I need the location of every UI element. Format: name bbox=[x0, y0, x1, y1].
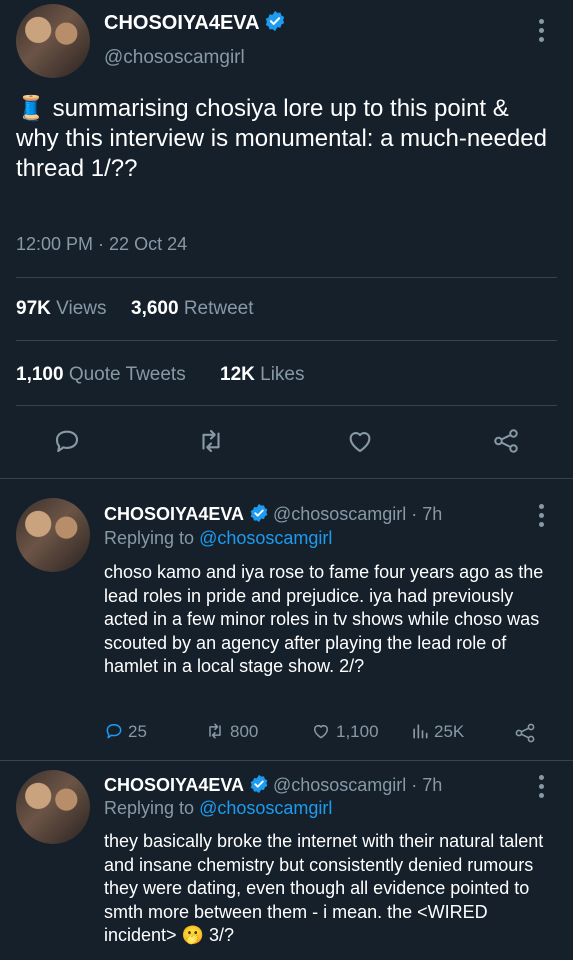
likes-stat[interactable]: 12K Likes bbox=[220, 364, 305, 386]
reply-text: choso kamo and iya rose to fame four yea… bbox=[104, 562, 544, 676]
avatar[interactable] bbox=[16, 770, 90, 844]
divider bbox=[16, 277, 557, 278]
verified-badge-icon bbox=[266, 10, 285, 32]
share-icon[interactable] bbox=[513, 721, 537, 745]
tweet-text: 🧵 summarising chosiya lore up to this po… bbox=[16, 95, 547, 182]
more-options-icon[interactable] bbox=[539, 775, 545, 802]
display-name[interactable]: CHOSOIYA4EVA bbox=[104, 10, 286, 35]
retweets-stat[interactable]: 3,600 Retweet bbox=[131, 298, 254, 320]
verified-badge-icon bbox=[250, 774, 267, 794]
face-with-hand-emoji: 🫢 bbox=[181, 925, 204, 945]
like-icon[interactable] bbox=[344, 426, 376, 456]
timestamp[interactable]: 12:00 PM · 22 Oct 24 bbox=[16, 234, 187, 255]
reply-icon bbox=[106, 724, 122, 739]
handle-time[interactable]: @chososcamgirl · 7h bbox=[273, 504, 442, 524]
retweet-count[interactable]: 800 bbox=[204, 721, 258, 742]
avatar[interactable] bbox=[16, 4, 90, 78]
avatar[interactable] bbox=[16, 498, 90, 572]
divider bbox=[0, 478, 573, 479]
reply-count[interactable]: 25 bbox=[104, 721, 147, 742]
replying-to: Replying to @chososcamgirl bbox=[104, 528, 333, 548]
share-icon[interactable] bbox=[491, 426, 521, 456]
retweet-icon[interactable] bbox=[195, 426, 227, 456]
retweet-icon bbox=[209, 723, 221, 739]
action-bar bbox=[0, 422, 573, 462]
views-stat: 97K Views bbox=[16, 298, 107, 319]
divider bbox=[16, 405, 557, 406]
more-options-icon[interactable] bbox=[539, 19, 545, 46]
reply-header: CHOSOIYA4EVA @chososcamgirl · 7h bbox=[104, 774, 442, 796]
replying-to-link[interactable]: @chososcamgirl bbox=[199, 798, 332, 818]
reply-header: CHOSOIYA4EVA @chososcamgirl · 7h bbox=[104, 503, 442, 525]
display-name[interactable]: CHOSOIYA4EVA bbox=[104, 775, 244, 795]
views-count[interactable]: 25K bbox=[410, 721, 464, 742]
replying-to: Replying to @chososcamgirl bbox=[104, 798, 333, 818]
thread-emoji: 🧵 bbox=[16, 95, 46, 122]
like-icon bbox=[314, 725, 328, 739]
divider bbox=[16, 340, 557, 341]
handle-time[interactable]: @chososcamgirl · 7h bbox=[273, 775, 442, 795]
verified-badge-icon bbox=[250, 503, 267, 523]
reply-text: they basically broke the internet with t… bbox=[104, 831, 544, 945]
analytics-icon bbox=[413, 724, 428, 739]
divider bbox=[0, 760, 573, 761]
replying-to-link[interactable]: @chososcamgirl bbox=[199, 528, 332, 548]
display-name[interactable]: CHOSOIYA4EVA bbox=[104, 504, 244, 524]
reply-icon[interactable] bbox=[52, 426, 82, 456]
quote-tweets-stat[interactable]: 1,100 Quote Tweets bbox=[16, 364, 186, 386]
more-options-icon[interactable] bbox=[539, 504, 545, 531]
handle[interactable]: @chososcamgirl bbox=[104, 47, 245, 69]
like-count[interactable]: 1,100 bbox=[310, 721, 379, 742]
